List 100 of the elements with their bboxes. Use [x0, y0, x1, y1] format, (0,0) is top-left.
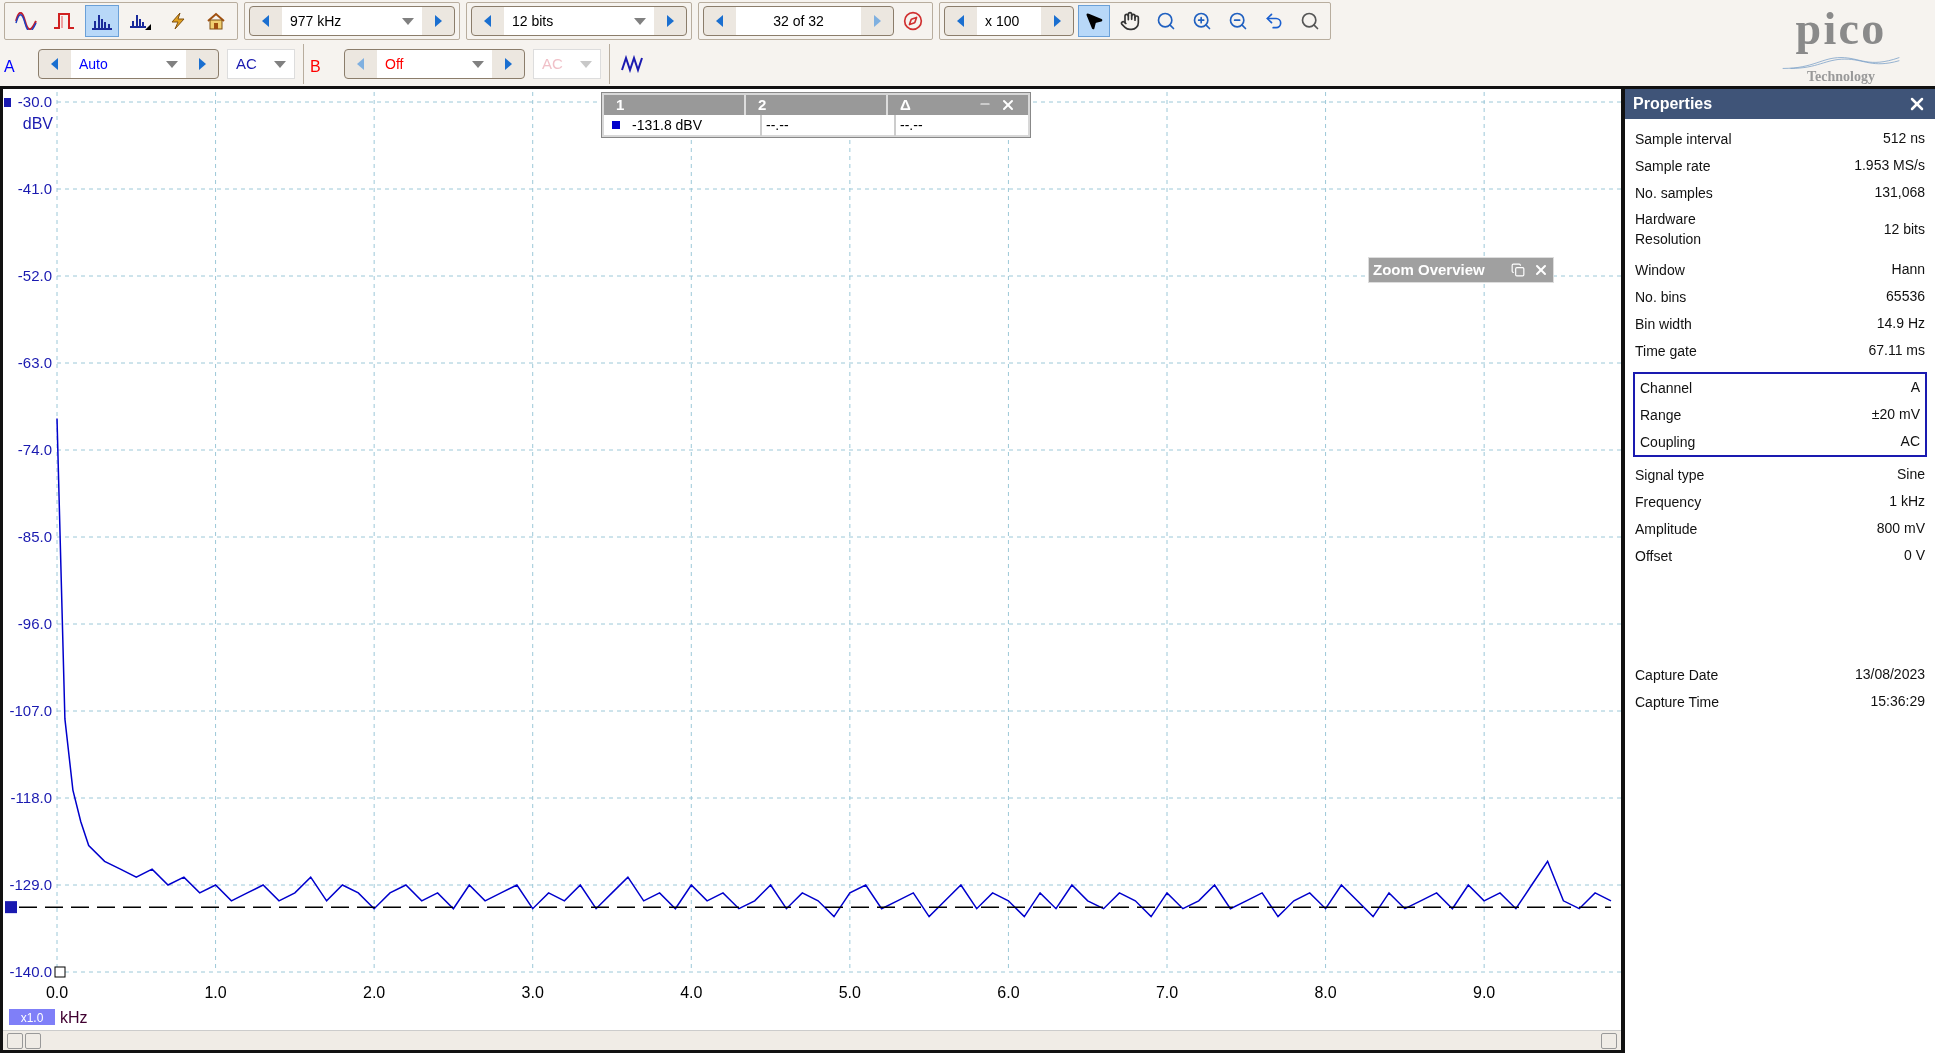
y-axis-label: -74.0 — [17, 441, 52, 458]
property-label: Signal type — [1635, 465, 1706, 485]
property-label: Capture Date — [1635, 665, 1720, 685]
axis-handle[interactable] — [4, 98, 11, 107]
ruler-handle[interactable] — [5, 901, 17, 914]
logo-wordmark: pico — [1795, 2, 1887, 56]
ruler-line[interactable] — [18, 906, 1612, 908]
property-value: ±20 mV — [1871, 405, 1920, 424]
scale-label: x1.0 — [20, 1011, 44, 1025]
x-axis-label: 3.0 — [521, 984, 544, 1001]
property-value: 67.11 ms — [1868, 341, 1925, 360]
coupling-dropdown[interactable]: AC — [227, 49, 295, 79]
caret-icon — [580, 60, 592, 68]
properties-title: Properties — [1633, 94, 1713, 114]
x-axis-unit: kHz — [60, 1009, 88, 1026]
x-axis-label: 4.0 — [680, 984, 703, 1001]
property-value: 15:36:29 — [1870, 692, 1925, 711]
hand-icon — [1120, 11, 1140, 31]
channel-button[interactable]: B — [310, 49, 336, 79]
property-label: Bin width — [1635, 314, 1693, 334]
x-axis-label: 1.0 — [204, 984, 227, 1001]
property-label: Frequency — [1635, 492, 1703, 512]
property-value: AC — [1900, 432, 1920, 451]
y-axis-label: -41.0 — [17, 180, 52, 197]
property-value: 0 V — [1904, 546, 1925, 565]
property-label: Amplitude — [1635, 519, 1699, 539]
zoom-reset-icon — [1300, 11, 1320, 31]
channel-swatch — [612, 121, 620, 129]
y-axis-label: -85.0 — [17, 528, 52, 545]
sine-wave-icon — [15, 12, 37, 30]
property-label: Hardware Resolution — [1635, 210, 1703, 249]
property-value: 14.9 Hz — [1876, 314, 1925, 333]
zoom-overview-title: Zoom Overview — [1373, 259, 1486, 280]
restore-icon[interactable] — [1511, 263, 1525, 277]
property-value: 800 mV — [1876, 519, 1925, 538]
scroll-left-button[interactable] — [7, 1032, 23, 1049]
property-value: Hann — [1891, 260, 1925, 279]
property-value: A — [1910, 378, 1920, 397]
ruler-value: --.-- — [760, 114, 894, 136]
logo-tagline: Technology — [1807, 70, 1875, 84]
property-label: Range — [1640, 405, 1683, 425]
scale-badge[interactable] — [9, 1009, 55, 1025]
y-axis-label: -140.0 — [9, 963, 52, 980]
x-axis-label: 5.0 — [838, 984, 861, 1001]
caret-icon — [274, 60, 286, 68]
spectrum-options-icon — [129, 12, 151, 30]
property-label: No. bins — [1635, 287, 1688, 307]
tool-button[interactable] — [1078, 5, 1110, 37]
lightning-icon — [168, 12, 188, 30]
y-axis-unit: dBV — [22, 115, 53, 132]
channel-button[interactable]: A — [4, 49, 30, 79]
y-axis-label: -107.0 — [9, 702, 52, 719]
scroll-right-button[interactable] — [1601, 1032, 1617, 1049]
property-label: Sample interval — [1635, 129, 1733, 149]
horizontal-scrollbar[interactable] — [3, 1030, 1621, 1050]
x-axis-label: 6.0 — [997, 984, 1020, 1001]
undo-icon — [1264, 11, 1284, 31]
ruler-column-header: 1 — [616, 94, 625, 115]
property-label: Offset — [1635, 546, 1674, 566]
y-axis-label: -118.0 — [10, 789, 52, 806]
property-value: 13/08/2023 — [1854, 665, 1925, 684]
spectrum-icon — [91, 12, 113, 30]
property-value: 512 ns — [1882, 129, 1925, 148]
x-axis-label: 9.0 — [1473, 984, 1496, 1001]
ruler-value: --.-- — [894, 114, 1028, 136]
pulse-icon — [53, 12, 75, 30]
pointer-icon — [1084, 11, 1104, 31]
y-axis-label: -96.0 — [17, 615, 52, 632]
y-axis-label: -63.0 — [17, 354, 52, 371]
property-value: 1.953 MS/s — [1854, 156, 1925, 175]
x-axis-label: 8.0 — [1314, 984, 1337, 1001]
property-label: Time gate — [1635, 341, 1698, 361]
mode-button[interactable] — [85, 5, 119, 37]
waveform-icon — [621, 55, 645, 73]
property-value: 12 bits — [1883, 219, 1925, 239]
property-label: No. samples — [1635, 183, 1714, 203]
y-axis-label: -52.0 — [17, 267, 52, 284]
x-axis-label: 0.0 — [45, 984, 69, 1001]
property-label: Window — [1635, 260, 1686, 280]
x-axis-label: 2.0 — [363, 984, 386, 1001]
zoom-in-icon — [1192, 11, 1212, 31]
y-axis-label: -129.0 — [9, 876, 52, 893]
property-value: 65536 — [1886, 287, 1925, 306]
y-axis-label: -30.0 — [17, 93, 52, 110]
property-label: Channel — [1640, 378, 1694, 398]
ruler-column-header: 2 — [758, 94, 767, 115]
search-icon — [1156, 11, 1176, 31]
scroll-thumb[interactable] — [25, 1032, 41, 1049]
compass-icon — [903, 11, 923, 31]
zoom-out-icon — [1228, 11, 1248, 31]
property-value: 1 kHz — [1889, 492, 1925, 511]
house-icon — [206, 12, 226, 30]
property-label: Capture Time — [1635, 692, 1721, 712]
ruler-column-header: Δ — [900, 94, 911, 115]
property-value: Sine — [1896, 465, 1925, 484]
property-label: Sample rate — [1635, 156, 1712, 176]
property-value: 131,068 — [1874, 183, 1925, 202]
property-label: Coupling — [1640, 432, 1697, 452]
axis-origin-marker[interactable] — [54, 966, 66, 978]
x-axis-label: 7.0 — [1155, 984, 1179, 1001]
